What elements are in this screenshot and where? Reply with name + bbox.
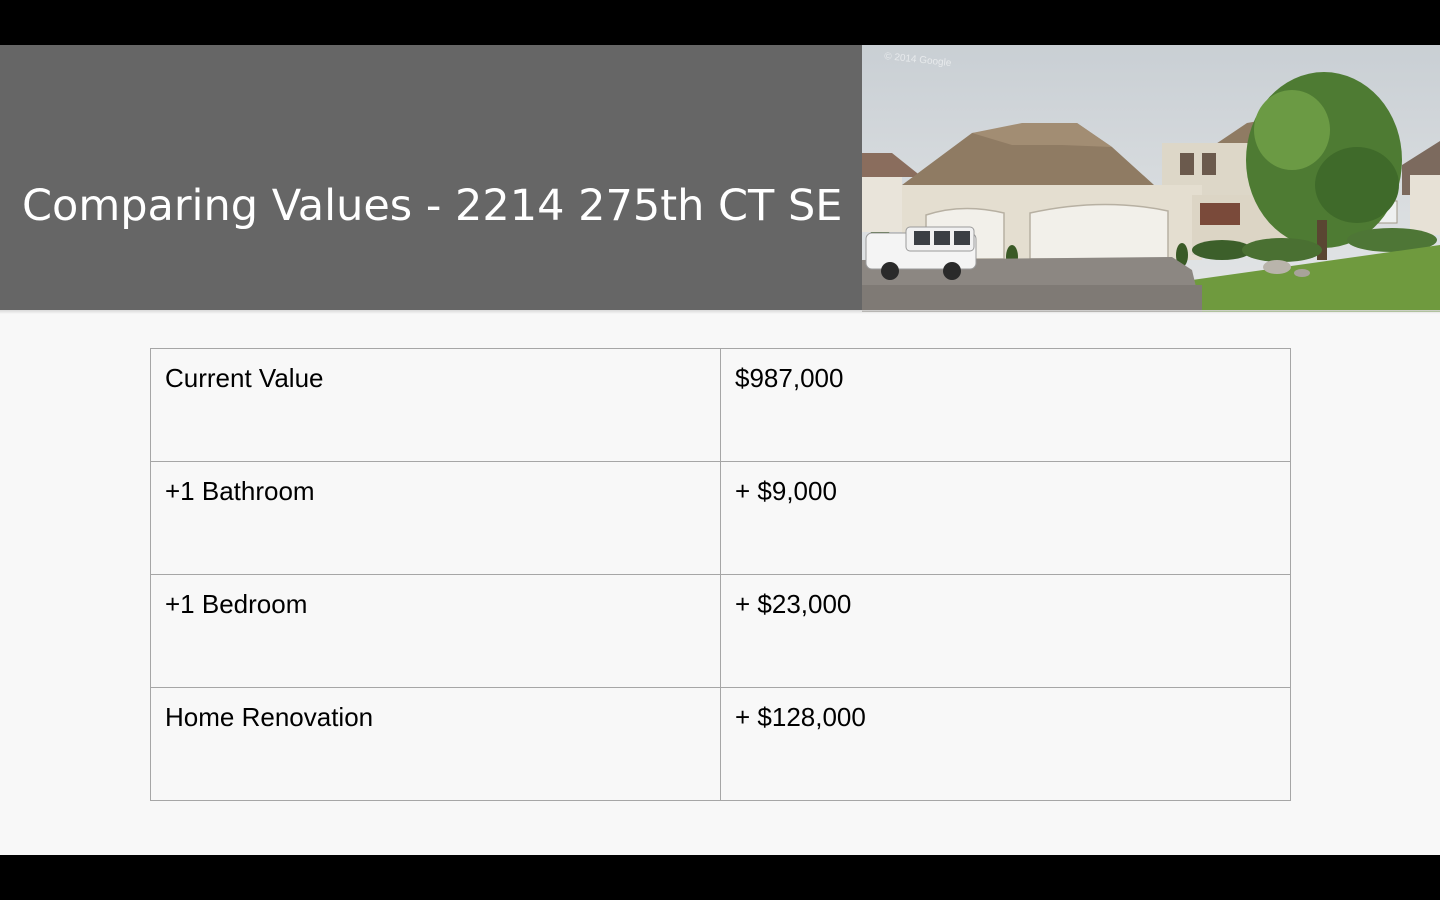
slide: Comparing Values - 2214 275th CT SE © 20… [0, 45, 1440, 855]
title-band: Comparing Values - 2214 275th CT SE [0, 45, 862, 310]
table-row: +1 Bathroom + $9,000 [150, 461, 1291, 575]
row-label: Current Value [150, 348, 721, 462]
row-value: $987,000 [720, 348, 1291, 462]
house-photo-image: © 2014 Google [862, 45, 1440, 312]
band-shadow [0, 310, 1440, 314]
values-table: Current Value $987,000 +1 Bathroom + $9,… [150, 348, 1291, 801]
table-row: Current Value $987,000 [150, 348, 1291, 462]
row-label: +1 Bedroom [150, 574, 721, 688]
row-value: + $9,000 [720, 461, 1291, 575]
house-photo: © 2014 Google [862, 45, 1440, 312]
letterbox-bottom [0, 855, 1440, 900]
row-value: + $23,000 [720, 574, 1291, 688]
table-row: Home Renovation + $128,000 [150, 687, 1291, 801]
slide-title: Comparing Values - 2214 275th CT SE [22, 181, 843, 231]
letterbox-top [0, 0, 1440, 45]
row-value: + $128,000 [720, 687, 1291, 801]
table-row: +1 Bedroom + $23,000 [150, 574, 1291, 688]
row-label: Home Renovation [150, 687, 721, 801]
row-label: +1 Bathroom [150, 461, 721, 575]
